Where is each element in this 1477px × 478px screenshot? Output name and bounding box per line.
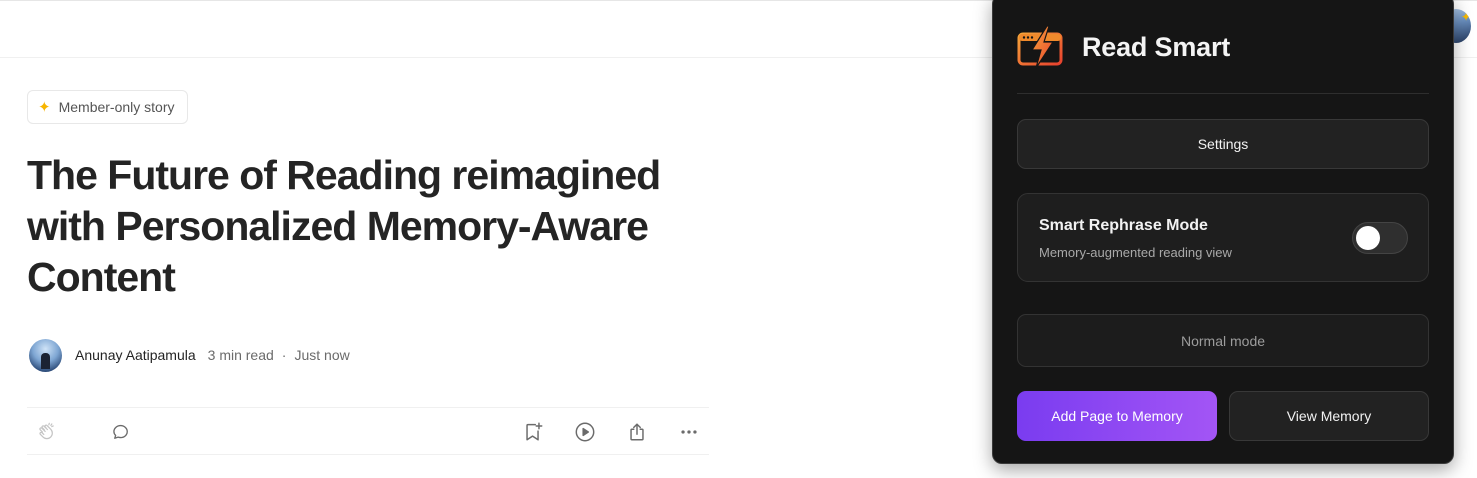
author-avatar[interactable]: [29, 338, 62, 372]
popup-title: Read Smart: [1082, 31, 1231, 62]
sparkle-icon: ✦: [1460, 10, 1471, 24]
member-only-badge: ✦ Member-only story: [27, 90, 188, 124]
clap-icon[interactable]: [35, 420, 59, 444]
toggle-knob: [1356, 226, 1380, 250]
header-divider: [1017, 93, 1429, 94]
popup-header: Read Smart: [1017, 23, 1230, 71]
meta-separator: ·: [281, 347, 287, 363]
smart-rephrase-toggle[interactable]: [1352, 222, 1408, 254]
author-info: Anunay Aatipamula 3 min read · Just now: [29, 338, 350, 372]
smart-rephrase-card: Smart Rephrase Mode Memory-augmented rea…: [1017, 193, 1429, 282]
read-time: 3 min read: [207, 347, 274, 363]
share-icon[interactable]: [625, 420, 649, 444]
member-only-label: Member-only story: [58, 99, 175, 115]
listen-play-icon[interactable]: [573, 420, 597, 444]
publish-time: Just now: [294, 347, 350, 363]
more-icon[interactable]: [677, 420, 701, 444]
add-page-to-memory-button[interactable]: Add Page to Memory: [1017, 391, 1217, 441]
page: ✦ ✦ Member-only story The Future of Read…: [0, 0, 1477, 478]
read-smart-extension-popup: Read Smart Settings Smart Rephrase Mode …: [992, 0, 1454, 464]
author-name-link[interactable]: Anunay Aatipamula: [75, 347, 196, 363]
smart-rephrase-title: Smart Rephrase Mode: [1039, 217, 1208, 234]
sparkle-icon: ✦: [38, 97, 51, 116]
comment-icon[interactable]: [109, 420, 133, 444]
bookmark-add-icon[interactable]: [521, 420, 545, 444]
read-smart-logo-icon: [1017, 24, 1065, 70]
view-memory-button[interactable]: View Memory: [1229, 391, 1429, 441]
settings-button[interactable]: Settings: [1017, 119, 1429, 169]
article-action-bar: [27, 407, 709, 455]
mode-status-indicator: Normal mode: [1017, 314, 1429, 367]
article-title: The Future of Reading reimagined with Pe…: [27, 152, 661, 300]
smart-rephrase-subtitle: Memory-augmented reading view: [1039, 245, 1232, 260]
